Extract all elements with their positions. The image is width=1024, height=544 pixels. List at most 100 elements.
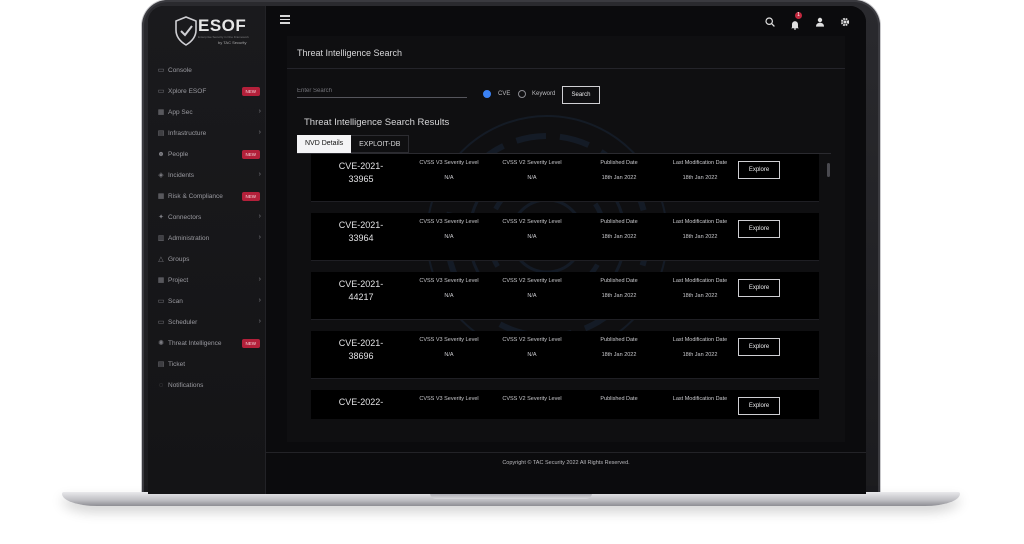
- sidebar-item-risk-compliance[interactable]: ▦ Risk & Compliance NEW: [148, 186, 266, 207]
- cvss-v2-value: N/A: [527, 234, 537, 240]
- cve-id: CVE-2021- 44217: [331, 278, 391, 304]
- sidebar-item-label: Console: [168, 67, 192, 74]
- explore-button[interactable]: Explore: [738, 161, 780, 179]
- chevron-right-icon: ›: [258, 213, 261, 220]
- new-badge: NEW: [241, 339, 260, 348]
- cve-id: CVE-2021- 33964: [331, 219, 391, 245]
- cvss-v2-header: CVSS V2 Severity Level: [502, 219, 562, 225]
- sidebar-item-threat-intelligence[interactable]: ✺ Threat Intelligence NEW: [148, 333, 266, 354]
- incidents-icon: ◈: [158, 171, 164, 179]
- sidebar-item-console[interactable]: ▭ Console: [148, 60, 266, 81]
- cve-id-number: 44217: [348, 292, 374, 302]
- sidebar-item-label: Xplore ESOF: [168, 88, 207, 95]
- sidebar-item-label: Groups: [168, 256, 190, 263]
- sidebar-item-xplore-esof[interactable]: ▭ Xplore ESOF NEW: [148, 81, 266, 102]
- results-list: CVE-2021- 33965 CVSS V3 Severity Level N/A C…: [297, 153, 831, 419]
- project-icon: ▦: [157, 276, 165, 284]
- published-column: Published Date 18th Jan 2022: [579, 219, 659, 240]
- sidebar-item-label: Scheduler: [168, 319, 198, 326]
- modified-header: Last Modification Date: [672, 337, 728, 343]
- sidebar-item-administration[interactable]: ▥ Administration ›: [148, 228, 266, 249]
- notification-bell-button[interactable]: 1: [790, 12, 802, 30]
- hamburger-menu-button[interactable]: [280, 15, 290, 24]
- tab-exploit-db[interactable]: EXPLOIT-DB: [351, 135, 410, 153]
- modified-value: 18th Jan 2022: [682, 293, 718, 299]
- cve-id-number: 33964: [348, 233, 374, 243]
- gear-icon[interactable]: [840, 17, 850, 27]
- cvss-v2-column: CVSS V2 Severity Level N/A: [492, 337, 572, 358]
- sidebar-item-scheduler[interactable]: ▭ Scheduler ›: [148, 312, 266, 333]
- cvss-v3-value: N/A: [444, 293, 454, 299]
- sidebar-item-label: App Sec: [168, 109, 193, 116]
- results-scrollbar[interactable]: [827, 163, 830, 177]
- footer-divider: [266, 452, 866, 453]
- modified-column: Last Modification Date 18th Jan 2022: [655, 278, 745, 299]
- explore-button[interactable]: Explore: [738, 279, 780, 297]
- published-header: Published Date: [600, 278, 638, 284]
- sidebar-item-groups[interactable]: △ Groups: [148, 249, 266, 270]
- cve-radio[interactable]: [483, 90, 491, 98]
- people-icon: ☻: [157, 150, 165, 158]
- sidebar-item-label: Administration: [168, 235, 210, 242]
- cve-id-number: 38696: [348, 351, 374, 361]
- search-button[interactable]: Search: [562, 86, 600, 104]
- result-card: CVE-2022- CVSS V3 Severity Level CVSS V2 S…: [311, 390, 819, 419]
- sidebar-item-label: Threat Intelligence: [168, 340, 222, 347]
- cvss-v3-header: CVSS V3 Severity Level: [419, 337, 479, 343]
- page-title: Threat Intelligence Search: [297, 48, 403, 58]
- cve-id-prefix: CVE-2021-: [338, 220, 384, 230]
- scan-icon: ▭: [157, 297, 165, 305]
- sidebar-item-incidents[interactable]: ◈ Incidents ›: [148, 165, 266, 186]
- sidebar-item-label: Connectors: [168, 214, 202, 221]
- sidebar-item-app-sec[interactable]: ▦ App Sec ›: [148, 102, 266, 123]
- cve-id-prefix: CVE-2021-: [338, 338, 384, 348]
- user-icon[interactable]: [815, 17, 825, 27]
- administration-icon: ▥: [157, 234, 165, 242]
- cvss-v2-header: CVSS V2 Severity Level: [502, 337, 562, 343]
- published-column: Published Date 18th Jan 2022: [579, 160, 659, 181]
- explore-button[interactable]: Explore: [738, 220, 780, 238]
- keyword-radio[interactable]: [518, 90, 526, 98]
- cvss-v3-header: CVSS V3 Severity Level: [419, 160, 479, 166]
- sidebar: ESOF Enterprise Security in One Framewor…: [148, 6, 266, 494]
- result-card: CVE-2021- 38696 CVSS V3 Severity Level N/A C…: [311, 331, 819, 379]
- cve-radio-label: CVE: [498, 91, 511, 97]
- published-column: Published Date 18th Jan 2022: [579, 337, 659, 358]
- tab-nvd-details[interactable]: NVD Details: [297, 135, 352, 153]
- sidebar-item-scan[interactable]: ▭ Scan ›: [148, 291, 266, 312]
- groups-icon: △: [158, 255, 164, 263]
- brand-name: ESOF: [198, 16, 247, 35]
- cvss-v3-header: CVSS V3 Severity Level: [419, 219, 479, 225]
- main-panel: Threat Intelligence Search CVE Keyword S…: [287, 36, 845, 442]
- cvss-v2-value: N/A: [527, 175, 537, 181]
- modified-value: 18th Jan 2022: [682, 175, 718, 181]
- title-divider: [287, 68, 845, 69]
- cvss-v2-header: CVSS V2 Severity Level: [502, 278, 562, 284]
- results-tabs: NVD Details EXPLOIT-DB: [297, 135, 410, 153]
- explore-button[interactable]: Explore: [738, 338, 780, 356]
- sidebar-item-project[interactable]: ▦ Project ›: [148, 270, 266, 291]
- cvss-v3-column: CVSS V3 Severity Level N/A: [409, 219, 489, 240]
- sidebar-item-notifications[interactable]: ◌ Notifications: [148, 375, 266, 396]
- sidebar-item-infrastructure[interactable]: ▤ Infrastructure ›: [148, 123, 266, 144]
- search-icon[interactable]: [765, 17, 775, 27]
- sidebar-nav: ▭ Console ▭ Xplore ESOF NEW ▦ App Sec › ▤ Infrast…: [148, 60, 266, 396]
- chevron-right-icon: ›: [258, 318, 261, 325]
- published-column: Published Date: [579, 396, 659, 411]
- modified-value: 18th Jan 2022: [682, 234, 718, 240]
- esof-logo[interactable]: ESOF Enterprise Security in One Framewor…: [174, 16, 249, 48]
- search-input[interactable]: [297, 84, 467, 98]
- published-column: Published Date 18th Jan 2022: [579, 278, 659, 299]
- sidebar-item-connectors[interactable]: ✦ Connectors ›: [148, 207, 266, 228]
- published-value: 18th Jan 2022: [601, 293, 637, 299]
- sidebar-item-label: Notifications: [168, 382, 204, 389]
- cvss-v3-column: CVSS V3 Severity Level N/A: [409, 337, 489, 358]
- chevron-right-icon: ›: [258, 297, 261, 304]
- modified-value: 18th Jan 2022: [682, 352, 718, 358]
- sidebar-item-ticket[interactable]: ▤ Ticket: [148, 354, 266, 375]
- explore-button[interactable]: Explore: [738, 397, 780, 415]
- modified-header: Last Modification Date: [672, 160, 728, 166]
- sidebar-item-people[interactable]: ☻ People NEW: [148, 144, 266, 165]
- notification-badge: 1: [795, 12, 802, 19]
- published-value: 18th Jan 2022: [601, 352, 637, 358]
